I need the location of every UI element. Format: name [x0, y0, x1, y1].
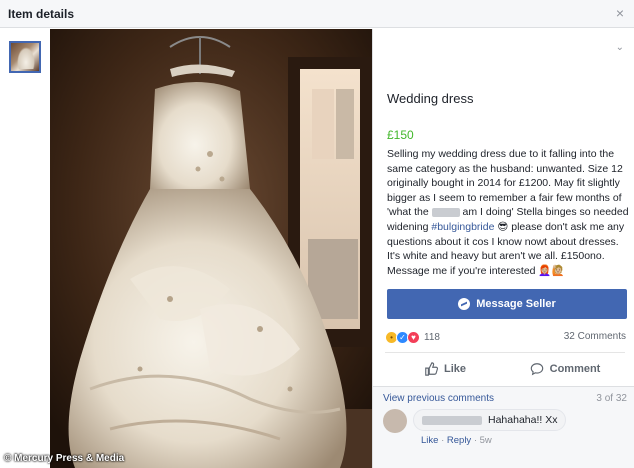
- comment-pager: 3 of 32: [596, 393, 627, 404]
- message-seller-button[interactable]: Message Seller: [387, 289, 627, 319]
- censored-word: [431, 208, 460, 218]
- avatar[interactable]: [383, 409, 407, 433]
- divider: [385, 352, 625, 353]
- comment-like-link[interactable]: Like: [421, 435, 438, 446]
- thumbnail-strip: [0, 29, 50, 468]
- comment-bubble: Hahahaha!! Xx: [413, 409, 567, 431]
- dialog-header: Item details ×: [0, 0, 634, 28]
- dialog-title: Item details: [8, 7, 75, 21]
- view-previous-comments-link[interactable]: View previous comments: [383, 393, 494, 404]
- cool-emoji: 😎: [497, 220, 509, 233]
- hashtag-link[interactable]: #bulgingbride: [431, 221, 494, 233]
- photo-thumbnail[interactable]: [9, 41, 41, 73]
- comment-bubble-icon: [530, 363, 543, 376]
- item-price: £150: [387, 128, 414, 142]
- thumbs-up-icon: [425, 362, 438, 376]
- love-reaction-icon: ♥: [407, 330, 420, 344]
- commenter-name-censored: [422, 415, 482, 425]
- comment-text: Hahahaha!! Xx: [488, 414, 558, 426]
- close-icon[interactable]: ×: [616, 5, 624, 21]
- comment-button[interactable]: Comment: [505, 355, 625, 383]
- chevron-down-icon[interactable]: ⌄: [616, 42, 624, 53]
- messenger-icon: [458, 298, 471, 310]
- like-button[interactable]: Like: [385, 355, 505, 383]
- separator: ·: [473, 435, 477, 446]
- comment-meta: Like · Reply · 5w: [421, 435, 492, 446]
- reaction-summary[interactable]: • ✓ ♥ 118: [385, 329, 440, 345]
- comment-reply-link[interactable]: Reply: [447, 435, 471, 446]
- action-bar: Like Comment: [385, 355, 625, 383]
- comment-age: 5w: [479, 435, 492, 446]
- separator: ·: [441, 435, 445, 446]
- reaction-count: 118: [424, 331, 440, 343]
- item-title: Wedding dress: [387, 91, 474, 106]
- people-emoji: 👩🏼‍🦰🙋🏼: [538, 264, 565, 277]
- comment-count[interactable]: 32 Comments: [564, 331, 626, 342]
- listing-photo: [50, 29, 372, 468]
- comment-label: Comment: [549, 363, 601, 375]
- like-label: Like: [443, 363, 466, 375]
- item-description: Selling my wedding dress due to it falli…: [387, 147, 631, 278]
- message-seller-label: Message Seller: [476, 298, 556, 310]
- item-details-panel: ⌄ Wedding dress £150 Selling my wedding …: [372, 29, 634, 468]
- comments-section: View previous comments 3 of 32 Hahahaha!…: [373, 387, 634, 468]
- wedding-dress-image: [50, 29, 372, 468]
- photo-credit: © Mercury Press & Media: [4, 453, 125, 464]
